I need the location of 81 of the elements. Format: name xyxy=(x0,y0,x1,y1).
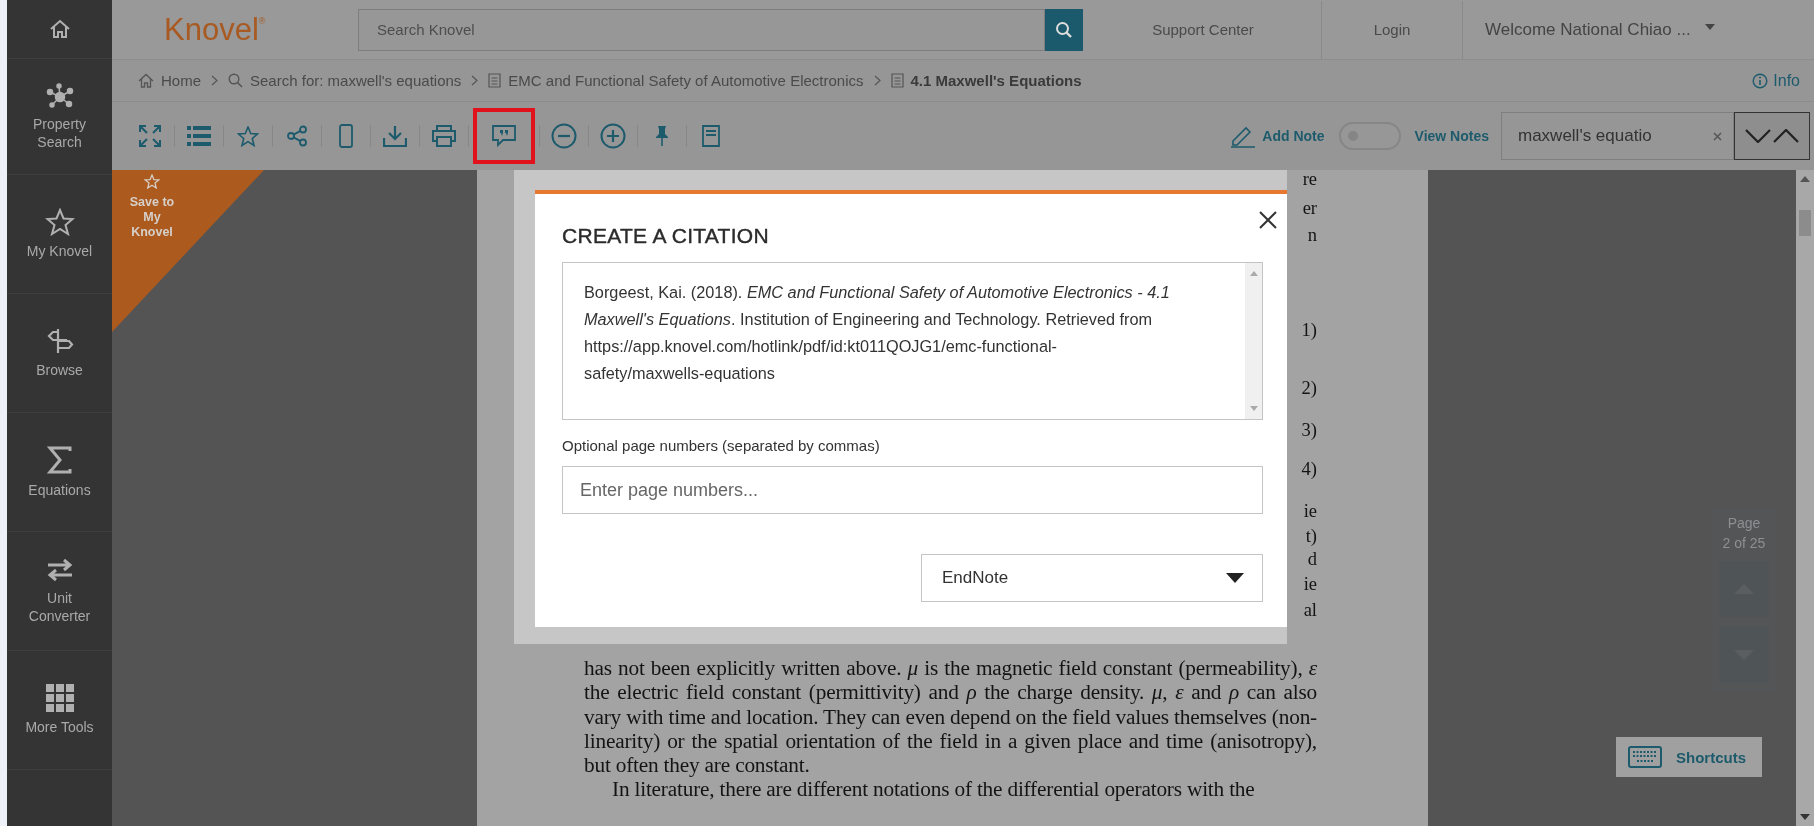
breadcrumb-link[interactable]: EMC and Functional Safety of Automotive Electronics xyxy=(508,72,864,89)
pencil-icon xyxy=(1230,124,1257,148)
format-dropdown[interactable]: EndNote xyxy=(921,554,1263,602)
breadcrumb-link[interactable]: 4.1 Maxwell's Equations xyxy=(910,72,1082,89)
close-icon xyxy=(1259,211,1277,229)
page-label: Page xyxy=(1727,515,1761,531)
chevron-down-icon xyxy=(1745,129,1771,143)
scrollbar[interactable] xyxy=(1796,170,1814,826)
field-label: Optional page numbers (separated by commas) xyxy=(562,437,881,454)
document-icon xyxy=(488,73,502,88)
quote-bubble-icon xyxy=(492,125,516,147)
page-text: t) xyxy=(1305,525,1317,548)
phone-icon xyxy=(339,124,353,148)
breadcrumb-link[interactable]: Search for: maxwell's equations xyxy=(250,72,462,89)
keyboard-icon xyxy=(1628,746,1662,768)
info-link[interactable]: Info xyxy=(1752,71,1800,90)
header-link[interactable]: Login xyxy=(1322,0,1463,59)
save-banner[interactable]: Save to My Knovel xyxy=(112,170,264,332)
view-notes-link[interactable]: View Notes xyxy=(1414,128,1489,144)
find-field[interactable]: maxwell's equatio xyxy=(1501,112,1734,160)
scroll-up-icon[interactable] xyxy=(1800,176,1810,182)
star-icon xyxy=(44,208,75,236)
document-icon xyxy=(702,125,720,147)
knovel-logo[interactable]: Knovel$^{®}$ xyxy=(164,11,358,48)
page-text: 1) xyxy=(1301,319,1317,342)
scroll-down-icon[interactable] xyxy=(1800,814,1810,820)
shortcuts-button[interactable]: Shortcuts xyxy=(1616,737,1762,777)
search-icon xyxy=(228,73,243,88)
chevron-icon xyxy=(873,75,881,86)
share-icon xyxy=(286,125,308,147)
page-text: n xyxy=(1307,224,1317,247)
page-text: re xyxy=(1302,170,1317,191)
info-icon xyxy=(1752,72,1769,89)
caret-icon xyxy=(1226,573,1244,583)
search-icon xyxy=(1055,20,1073,39)
citation-text: Borgeest, Kai. (2018). EMC and Functional Safety of Automotive Electronics - 4.1 Maxwell's Equations. Institution of Engineering and Technology. Retrieved from https://app.knovel.com/hotlink/pdf/id:kt011QOJG1/emc-functional-safety/maxwells-equations xyxy=(583,282,1171,384)
page-count: 2 of 25 xyxy=(1722,535,1766,551)
network-icon xyxy=(44,82,75,109)
account-menu[interactable]: Welcome National Chiao ... xyxy=(1463,19,1691,40)
caret-icon xyxy=(1704,23,1715,30)
page-text: 4) xyxy=(1301,458,1317,481)
page-text: d xyxy=(1307,548,1317,571)
page-text: ie xyxy=(1303,500,1317,523)
dialog-title: CREATE A CITATION xyxy=(562,224,769,248)
download-icon xyxy=(383,125,407,147)
page-text: ie xyxy=(1303,573,1317,596)
page-text: 3) xyxy=(1301,419,1317,442)
add-note-link[interactable]: Add Note xyxy=(1230,124,1325,148)
search-button[interactable] xyxy=(1045,8,1083,51)
chevron-icon xyxy=(471,75,479,86)
zoom-in-icon xyxy=(600,123,626,149)
zoom-out-icon xyxy=(551,123,577,149)
home-icon xyxy=(48,19,71,39)
page-text: er xyxy=(1302,197,1317,220)
chevron-up-icon xyxy=(1773,129,1799,143)
breadcrumb-link[interactable]: Home xyxy=(161,72,201,89)
scroll-up-icon[interactable] xyxy=(1249,271,1258,276)
page-paragraph: has not been explicitly written above. μ is the magnetic field constant (permeability), ε the electric field constant (permittivity) and ρ the charge density. μ, ε and ρ can also vary with time and location. They can even depend on the field values themselves (non-linearity) or the spatial orientation of the field in a given place and time (anisotropy), but often they are constant. xyxy=(584,656,1317,778)
document-icon xyxy=(890,73,904,88)
pin-icon xyxy=(655,125,669,147)
star-icon xyxy=(144,174,160,189)
page-paragraph: In literature, there are different notations of the differential operators with the xyxy=(611,777,1256,802)
page-text: 2) xyxy=(1301,377,1317,400)
header-link[interactable]: Support Center xyxy=(1085,0,1322,59)
close-button[interactable] xyxy=(1257,209,1279,231)
search-field[interactable]: Search Knovel xyxy=(358,8,1045,51)
toolbar-button[interactable] xyxy=(473,108,535,164)
grid-icon xyxy=(45,684,74,712)
sigma-icon xyxy=(45,445,74,475)
scroll-thumb[interactable] xyxy=(1799,210,1811,236)
citation-text-area[interactable] xyxy=(562,262,1263,420)
star-icon xyxy=(237,125,259,147)
page-text: al xyxy=(1303,599,1317,622)
home-icon xyxy=(138,73,154,88)
chevron-icon xyxy=(211,75,218,86)
page-numbers-field[interactable]: Enter page numbers... xyxy=(562,466,1263,514)
clear-icon[interactable] xyxy=(1713,132,1722,141)
find-navigation-button[interactable] xyxy=(1734,112,1810,160)
list-icon xyxy=(187,126,211,146)
print-icon xyxy=(431,125,457,147)
expand-icon xyxy=(139,125,161,147)
